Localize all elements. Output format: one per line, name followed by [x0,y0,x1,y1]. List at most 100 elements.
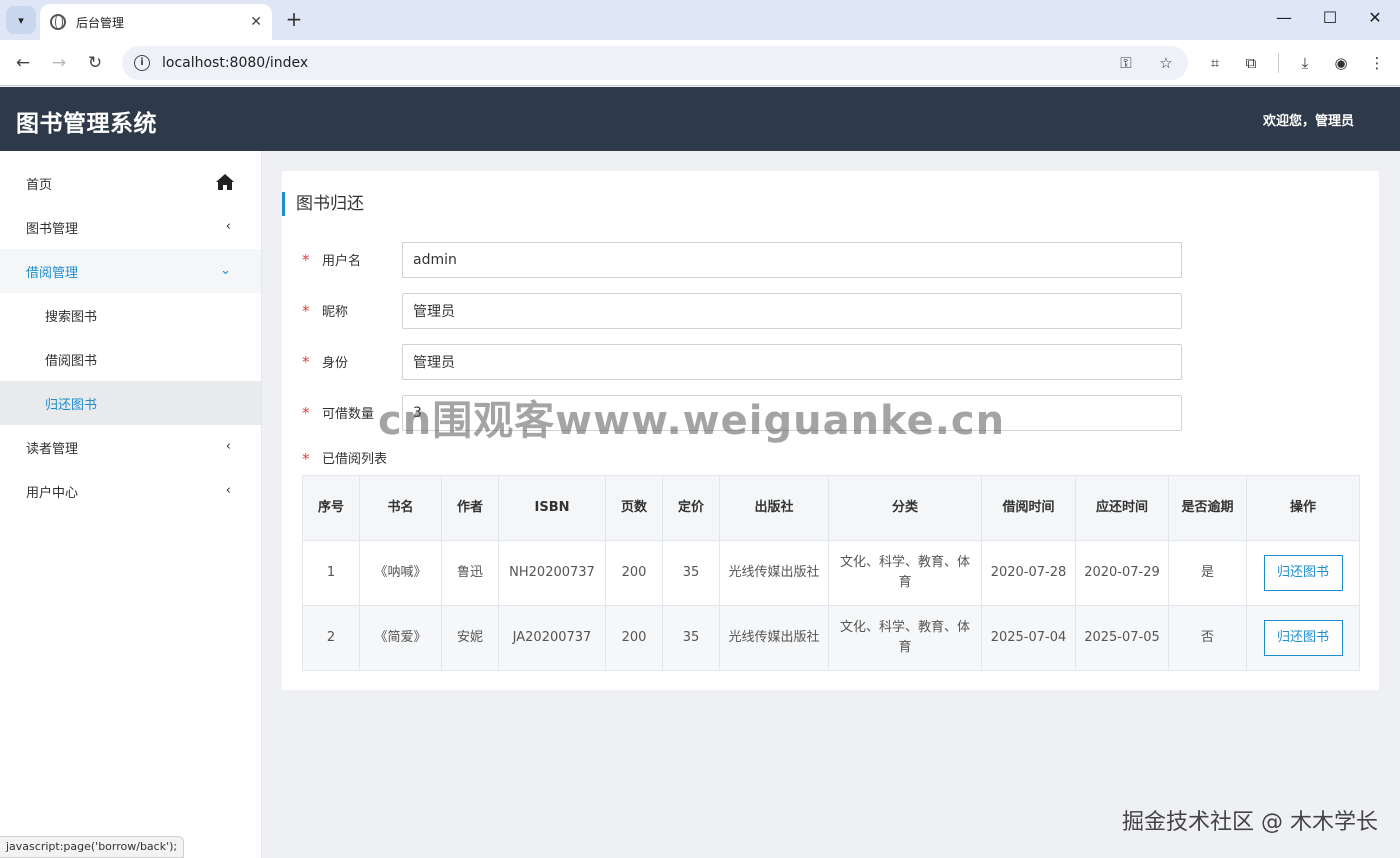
cell-overdue: 否 [1168,605,1247,671]
url-text[interactable]: localhost:8080/index [162,55,1096,71]
identity-label: 身份 [322,356,349,371]
sidebar-subitem-label: 借阅图书 [45,353,98,369]
sidebar-item-label: 读者管理 [26,441,79,457]
browser-toolbar: ← → ↻ i localhost:8080/index ⚿ ☆ ⌗ ⧉ ⤓ ◉… [0,40,1400,86]
panel-title: 图书归还 [282,192,364,216]
column-header: 应还时间 [1075,475,1169,541]
forward-arrow-icon[interactable]: → [48,52,70,74]
column-header: 定价 [662,475,720,541]
chevron-down-icon: ⌄ [220,263,231,278]
return-book-button[interactable]: 归还图书 [1263,620,1343,656]
minimize-icon[interactable]: — [1272,8,1296,27]
column-header: 借阅时间 [981,475,1076,541]
column-header: 序号 [302,475,360,541]
chevron-left-icon: ‹ [225,439,231,454]
window-close-icon[interactable]: ✕ [1363,8,1387,27]
site-info-icon[interactable]: i [134,55,150,71]
sidebar-item-book-management[interactable]: 图书管理 ‹ [0,205,261,249]
new-tab-plus-icon[interactable]: + [282,8,306,32]
required-asterisk: * [302,450,310,468]
cell-isbn: JA20200737 [498,605,606,671]
bookmark-star-icon[interactable]: ☆ [1156,54,1176,72]
cell-category: 文化、科学、教育、体育 [828,605,982,671]
identity-input[interactable] [402,344,1182,380]
browser-tab-bar: ▾ 后台管理 ✕ + — ☐ ✕ [0,0,1400,40]
chevron-left-icon: ‹ [225,219,231,234]
required-asterisk: * [302,353,310,371]
sidebar-item-label: 图书管理 [26,221,79,237]
sidebar-item-label: 首页 [26,177,53,193]
sidebar-subitem-label: 归还图书 [45,397,98,413]
watermark-text: cn围观客www.weiguanke.cn [378,398,1006,444]
required-asterisk: * [302,302,310,320]
sidebar-item-user-center[interactable]: 用户中心 ‹ [0,469,261,513]
column-header: 是否逾期 [1168,475,1247,541]
tab-title: 后台管理 [76,15,125,30]
column-header: 书名 [359,475,442,541]
home-icon [216,174,234,190]
back-arrow-icon[interactable]: ← [12,52,34,74]
crop-icon[interactable]: ⌗ [1204,52,1226,74]
cell-book-name: 《呐喊》 [359,540,442,606]
cell-action: 归还图书 [1246,540,1360,606]
column-header: 分类 [828,475,982,541]
download-icon[interactable]: ⤓ [1294,52,1316,74]
cell-no: 1 [302,540,360,606]
reload-icon[interactable]: ↻ [84,52,106,74]
cell-pages: 200 [605,540,663,606]
cell-borrow-time: 2020-07-28 [981,540,1076,606]
column-header: 操作 [1246,475,1360,541]
cell-price: 35 [662,540,720,606]
address-bar[interactable]: i localhost:8080/index ⚿ ☆ [122,46,1188,80]
sidebar-subitem-return-books[interactable]: 归还图书 [0,381,261,425]
browser-status-bar: javascript:page('borrow/back'); [0,836,185,858]
cell-category: 文化、科学、教育、体育 [828,540,982,606]
key-icon[interactable]: ⚿ [1116,54,1136,72]
cell-due-time: 2025-07-05 [1075,605,1169,671]
cell-publisher: 光线传媒出版社 [719,540,829,606]
table-row: 1 《呐喊》 鲁迅 NH20200737 200 35 光线传媒出版社 文化、科… [302,540,1360,606]
maximize-icon[interactable]: ☐ [1318,8,1342,27]
browser-tab[interactable]: 后台管理 ✕ [40,4,272,40]
toolbar-divider [1278,53,1279,73]
sidebar-item-borrow-management[interactable]: 借阅管理 ⌄ [0,249,261,293]
welcome-text: 欢迎您，管理员 [1262,114,1354,129]
cell-borrow-time: 2025-07-04 [981,605,1076,671]
required-asterisk: * [302,404,310,422]
return-book-button[interactable]: 归还图书 [1263,555,1343,591]
juejin-watermark: 掘金技术社区 @ 木木学长 [1122,810,1378,835]
cell-price: 35 [662,605,720,671]
cell-isbn: NH20200737 [498,540,606,606]
tab-search-chevron-down-icon[interactable]: ▾ [6,6,36,34]
table-header-row: 序号 书名 作者 ISBN 页数 定价 出版社 分类 借阅时间 应还时间 是否逾… [302,475,1360,541]
cell-book-name: 《简爱》 [359,605,442,671]
borrowed-books-table: 序号 书名 作者 ISBN 页数 定价 出版社 分类 借阅时间 应还时间 是否逾… [302,475,1360,671]
cell-pages: 200 [605,605,663,671]
sidebar-item-home[interactable]: 首页 [0,161,261,205]
username-label: 用户名 [322,254,362,269]
nickname-label: 昵称 [322,305,349,320]
column-header: 作者 [441,475,499,541]
extensions-puzzle-icon[interactable]: ⧉ [1240,52,1262,74]
column-header: 出版社 [719,475,829,541]
cell-author: 鲁迅 [441,540,499,606]
nickname-input[interactable] [402,293,1182,329]
table-row: 2 《简爱》 安妮 JA20200737 200 35 光线传媒出版社 文化、科… [302,605,1360,671]
sidebar-item-label: 用户中心 [26,485,79,501]
username-input[interactable] [402,242,1182,278]
app-title: 图书管理系统 [16,111,157,137]
tab-close-icon[interactable]: ✕ [250,14,262,30]
column-header: ISBN [498,475,606,541]
chevron-left-icon: ‹ [225,483,231,498]
sidebar-subitem-label: 搜索图书 [45,309,98,325]
kebab-menu-icon[interactable]: ⋮ [1366,52,1388,74]
sidebar: 首页 图书管理 ‹ 借阅管理 ⌄ 搜索图书 借阅图书 归还图书 读者管理 ‹ 用… [0,151,262,858]
quota-label: 可借数量 [322,407,375,422]
app-header: 图书管理系统 欢迎您，管理员 [0,87,1400,151]
sidebar-subitem-search-books[interactable]: 搜索图书 [0,293,261,337]
sidebar-item-reader-management[interactable]: 读者管理 ‹ [0,425,261,469]
sidebar-subitem-borrow-books[interactable]: 借阅图书 [0,337,261,381]
cell-overdue: 是 [1168,540,1247,606]
profile-avatar-icon[interactable]: ◉ [1330,52,1352,74]
cell-due-time: 2020-07-29 [1075,540,1169,606]
